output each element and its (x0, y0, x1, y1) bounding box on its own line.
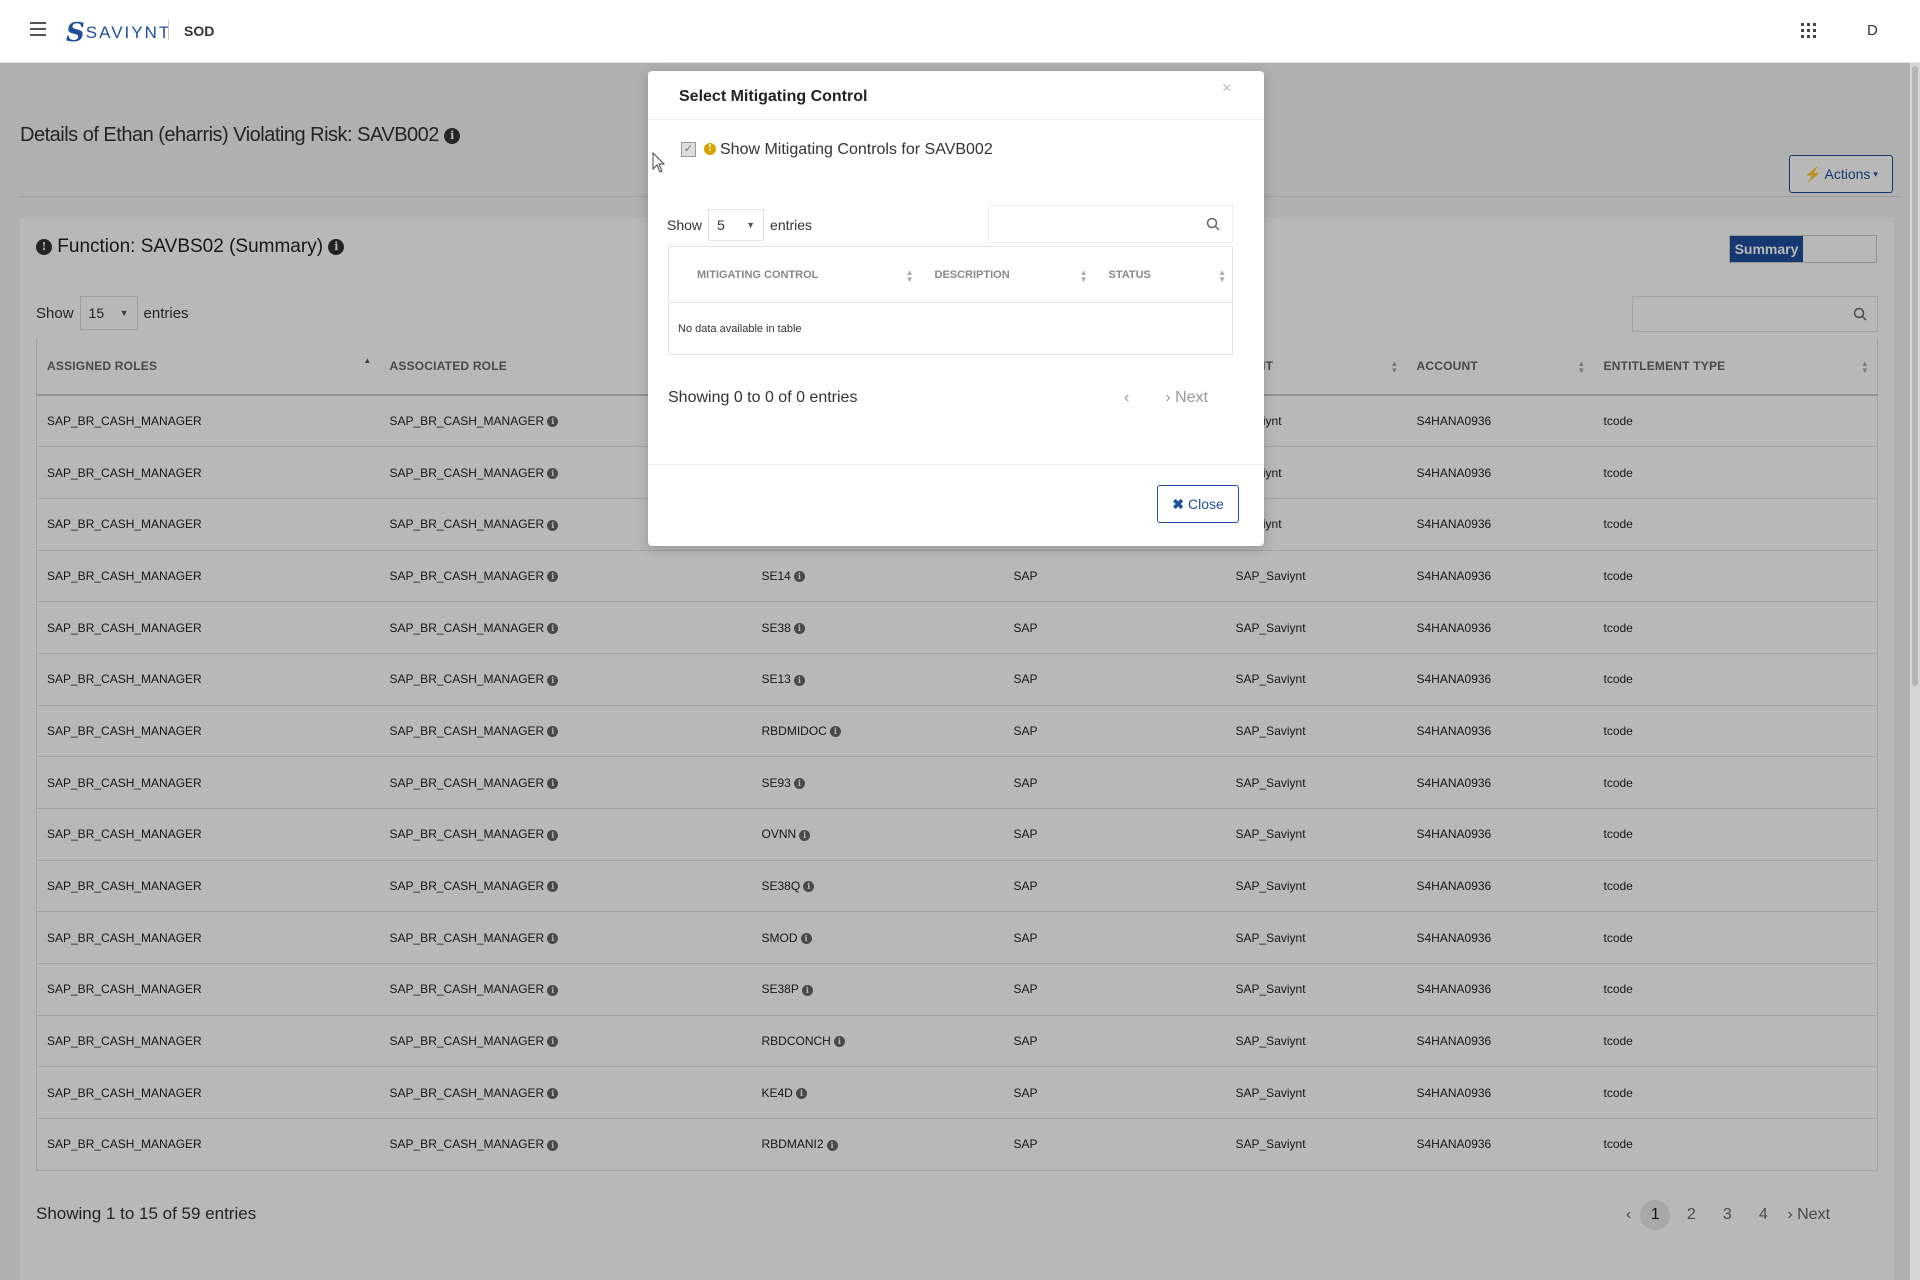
mouse-cursor-icon (652, 152, 666, 173)
column-header[interactable]: STATUS ▲ ▼ (1093, 246, 1233, 303)
close-icon[interactable]: × (1222, 80, 1231, 98)
modal-title: Select Mitigating Control (679, 88, 868, 105)
table-row: No data available in table (668, 302, 1233, 355)
modal-pagination: ‹ › Next (1124, 389, 1208, 407)
logo-text: SAVIYNT (85, 23, 172, 42)
column-header[interactable]: MITIGATING CONTROL ▲ ▼ (668, 246, 920, 303)
close-x-icon: ✖ (1172, 495, 1184, 512)
entries-label: entries (770, 217, 813, 233)
select-mitigating-control-modal: Select Mitigating Control × ✓ ! Show Mit… (648, 71, 1264, 546)
modal-page-size-select[interactable]: 5 ▼ (708, 209, 765, 241)
close-button[interactable]: ✖ Close (1157, 485, 1239, 523)
user-avatar[interactable]: D (1867, 22, 1878, 39)
top-bar: S SAVIYNT SOD D (0, 0, 1920, 63)
table-header-row: MITIGATING CONTROL ▲ ▼ DESCRIPTION ▲ ▼ STATU… (668, 246, 1233, 303)
next-page-button[interactable]: › Next (1165, 389, 1208, 407)
show-label: Show (667, 217, 703, 233)
search-icon (1206, 217, 1220, 231)
column-header[interactable]: DESCRIPTION ▲ ▼ (919, 246, 1094, 303)
modal-search-input[interactable] (988, 205, 1233, 243)
mitigating-controls-table: MITIGATING CONTROL ▲ ▼ DESCRIPTION ▲ ▼ STATU… (668, 246, 1233, 355)
page-size-value: 5 (717, 217, 725, 233)
app-name: SOD (184, 23, 215, 39)
divider (648, 464, 1264, 465)
menu-icon[interactable] (30, 22, 46, 36)
empty-table-message: No data available in table (668, 302, 1233, 355)
caret-down-icon: ▼ (746, 220, 756, 230)
info-icon[interactable]: ! (704, 143, 716, 155)
scrollbar-thumb[interactable] (1912, 66, 1918, 686)
divider (648, 119, 1264, 120)
close-label: Close (1187, 496, 1224, 512)
saviynt-logo[interactable]: S SAVIYNT (66, 18, 171, 48)
show-mitigating-controls-checkbox[interactable]: ✓ (681, 142, 696, 157)
modal-page-size-control: Show 5 ▼ entries (667, 209, 812, 241)
prev-page-icon[interactable]: ‹ (1124, 389, 1129, 407)
logo-divider (168, 20, 169, 40)
logo-mark: S (66, 18, 85, 48)
checkbox-label: Show Mitigating Controls for SAVB002 (720, 141, 993, 158)
apps-grid-icon[interactable] (1801, 23, 1816, 38)
modal-table-info: Showing 0 to 0 of 0 entries (668, 389, 858, 406)
